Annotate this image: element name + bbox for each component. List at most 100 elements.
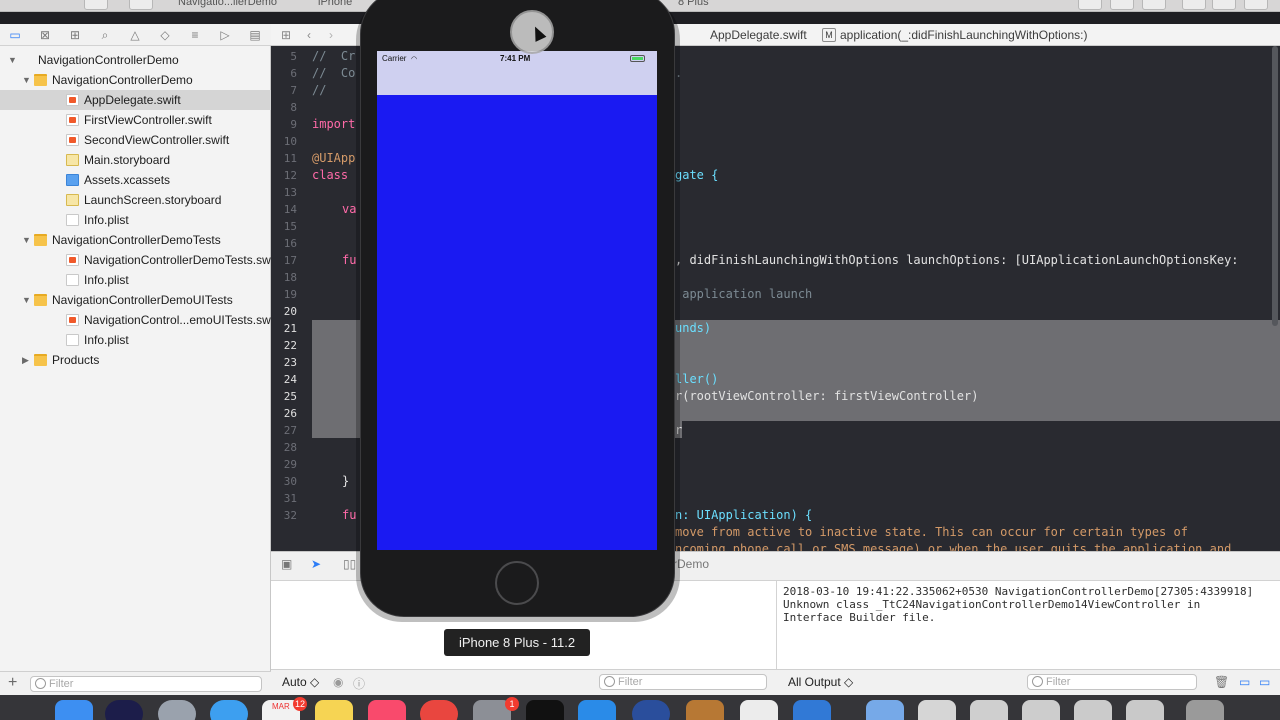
navigator-item[interactable]: SecondViewController.swift: [0, 130, 271, 150]
navigator-item[interactable]: NavigationControllerDemoTests.swift: [0, 250, 280, 270]
disclosure-open-icon[interactable]: ▼: [22, 294, 32, 306]
split-right-icon[interactable]: ▭: [1259, 675, 1270, 689]
navigator-item[interactable]: ▼ NavigationControllerDemo: [0, 70, 271, 90]
safari-icon[interactable]: [210, 700, 248, 720]
disclosure-open-icon[interactable]: ▼: [22, 74, 32, 86]
trash-bin-icon[interactable]: [1186, 700, 1224, 720]
preview-icon[interactable]: [740, 700, 778, 720]
navigator-item[interactable]: Info.plist: [0, 210, 271, 230]
auto-selector[interactable]: Auto ◇: [282, 675, 319, 689]
eye-icon[interactable]: ◉: [333, 675, 343, 689]
hide-debug-icon[interactable]: ▣: [281, 557, 292, 571]
report-icon[interactable]: ▤: [247, 27, 263, 43]
back-arrow-icon[interactable]: ‹: [307, 28, 311, 42]
swift-file-icon: [66, 94, 79, 106]
grid-icon[interactable]: ⊞: [281, 28, 291, 42]
code-fragment: class: [312, 168, 356, 182]
search-icon[interactable]: ⌕: [97, 27, 113, 43]
navigator-item[interactable]: Info.plist: [0, 330, 271, 350]
run-button[interactable]: [84, 0, 108, 10]
navigator-item-label: Info.plist: [84, 333, 129, 347]
variables-filter-input[interactable]: Filter: [599, 674, 767, 690]
disclosure-open-icon[interactable]: ▼: [8, 54, 18, 66]
editor-version-button[interactable]: [1142, 0, 1166, 10]
documents-stack-icon[interactable]: [918, 700, 956, 720]
folder-icon[interactable]: ▭: [7, 27, 23, 43]
toggle-navigator-button[interactable]: [1182, 0, 1206, 10]
navigator-item[interactable]: LaunchScreen.storyboard: [0, 190, 271, 210]
line-number: 26: [283, 407, 297, 420]
finder-icon[interactable]: [55, 700, 93, 720]
swift-file-icon: [66, 134, 79, 146]
navigator-item[interactable]: Main.storyboard: [0, 150, 271, 170]
line-number: 10: [283, 135, 297, 148]
line-number: 20: [283, 305, 297, 318]
navigator-item[interactable]: ▼ NavigationControllerDemo: [0, 50, 271, 70]
navigator-item[interactable]: ▼ NavigationControllerDemoTests: [0, 230, 271, 250]
navigator-item[interactable]: ▼ NavigationControllerDemoUITests: [0, 290, 271, 310]
source-control-icon[interactable]: ⊠: [37, 27, 53, 43]
navigator-item[interactable]: ▶ Products: [0, 350, 271, 370]
disclosure-closed-icon[interactable]: ▶: [22, 354, 32, 366]
navigator-item[interactable]: Info.plist: [0, 270, 271, 290]
sketch-icon[interactable]: [686, 700, 724, 720]
editor-assistant-button[interactable]: [1110, 0, 1134, 10]
navigator-item[interactable]: NavigationControl...emoUITests.swift: [0, 310, 280, 330]
stack-icon[interactable]: [1126, 700, 1164, 720]
warning-icon[interactable]: △: [127, 27, 143, 43]
navigator-item[interactable]: Assets.xcassets: [0, 170, 271, 190]
navigator-item-label: NavigationControllerDemoTests.swift: [84, 253, 281, 267]
stack-icon[interactable]: [970, 700, 1008, 720]
test-icon[interactable]: ◇: [157, 27, 173, 43]
chrome-icon[interactable]: [420, 700, 458, 720]
launchpad-icon[interactable]: [158, 700, 196, 720]
code-fragment: n: UIApplication) {: [675, 508, 813, 522]
navigator-item[interactable]: AppDelegate.swift: [0, 90, 271, 110]
console-filter-input[interactable]: Filter: [1027, 674, 1197, 690]
line-number: 5: [290, 50, 297, 63]
stop-button[interactable]: [129, 0, 153, 10]
notes-icon[interactable]: [315, 700, 353, 720]
symbol-icon[interactable]: ⊞: [67, 27, 83, 43]
editor-standard-button[interactable]: [1078, 0, 1102, 10]
info-icon[interactable]: ⓘ: [353, 675, 365, 692]
breakpoint-icon[interactable]: ▷: [217, 27, 233, 43]
forward-arrow-icon[interactable]: ›: [329, 28, 333, 42]
breadcrumb-method[interactable]: application(_:didFinishLaunchingWithOpti…: [840, 28, 1087, 42]
home-button[interactable]: [495, 561, 539, 605]
xcode-icon[interactable]: [793, 700, 831, 720]
app-store-icon[interactable]: [578, 700, 616, 720]
editor-scrollbar[interactable]: [1272, 46, 1278, 326]
add-file-icon[interactable]: +: [8, 674, 17, 692]
breadcrumb-file[interactable]: AppDelegate.swift: [710, 28, 807, 42]
device-selector[interactable]: iPhone: [318, 0, 352, 8]
toggle-utilities-button[interactable]: [1244, 0, 1268, 10]
breakpoints-toggle-icon[interactable]: ➤: [311, 557, 321, 571]
trash-icon[interactable]: 🗑: [1214, 675, 1229, 689]
toggle-debug-button[interactable]: [1212, 0, 1236, 10]
code-fragment: ncoming phone call or SMS message) or wh…: [675, 542, 1232, 551]
disclosure-open-icon[interactable]: ▼: [22, 234, 32, 246]
all-output-selector[interactable]: All Output ◇: [788, 675, 853, 689]
stack-icon[interactable]: [1074, 700, 1112, 720]
swift-file-icon: [66, 314, 79, 326]
stack-icon[interactable]: [1022, 700, 1060, 720]
navigator-item[interactable]: FirstViewController.swift: [0, 110, 271, 130]
console-output[interactable]: 2018-03-10 19:41:22.335062+0530 Navigati…: [777, 581, 1280, 669]
debug-icon[interactable]: ≡: [187, 27, 203, 43]
music-icon[interactable]: [368, 700, 406, 720]
pause-icon[interactable]: ▯▯: [343, 557, 356, 571]
siri-icon[interactable]: [105, 700, 143, 720]
downloads-folder-icon[interactable]: [866, 700, 904, 720]
simulator-screen[interactable]: [377, 51, 657, 550]
project-navigator: ▭ ⊠ ⊞ ⌕ △ ◇ ≡ ▷ ▤ ▼ NavigationControllerD…: [0, 24, 280, 695]
scheme-selector[interactable]: Navigatio...llerDemo: [178, 0, 277, 8]
split-left-icon[interactable]: ▭: [1239, 675, 1250, 689]
quicktime-icon[interactable]: [632, 700, 670, 720]
terminal-icon[interactable]: [526, 700, 564, 720]
console-line: 2018-03-10 19:41:22.335062+0530 Navigati…: [783, 585, 1254, 598]
console-line: Unknown class _TtC24NavigationController…: [783, 598, 1201, 611]
navigator-filter-input[interactable]: Filter: [30, 676, 262, 692]
code-fragment: unds): [675, 321, 712, 335]
folder-file-icon: [34, 234, 47, 246]
